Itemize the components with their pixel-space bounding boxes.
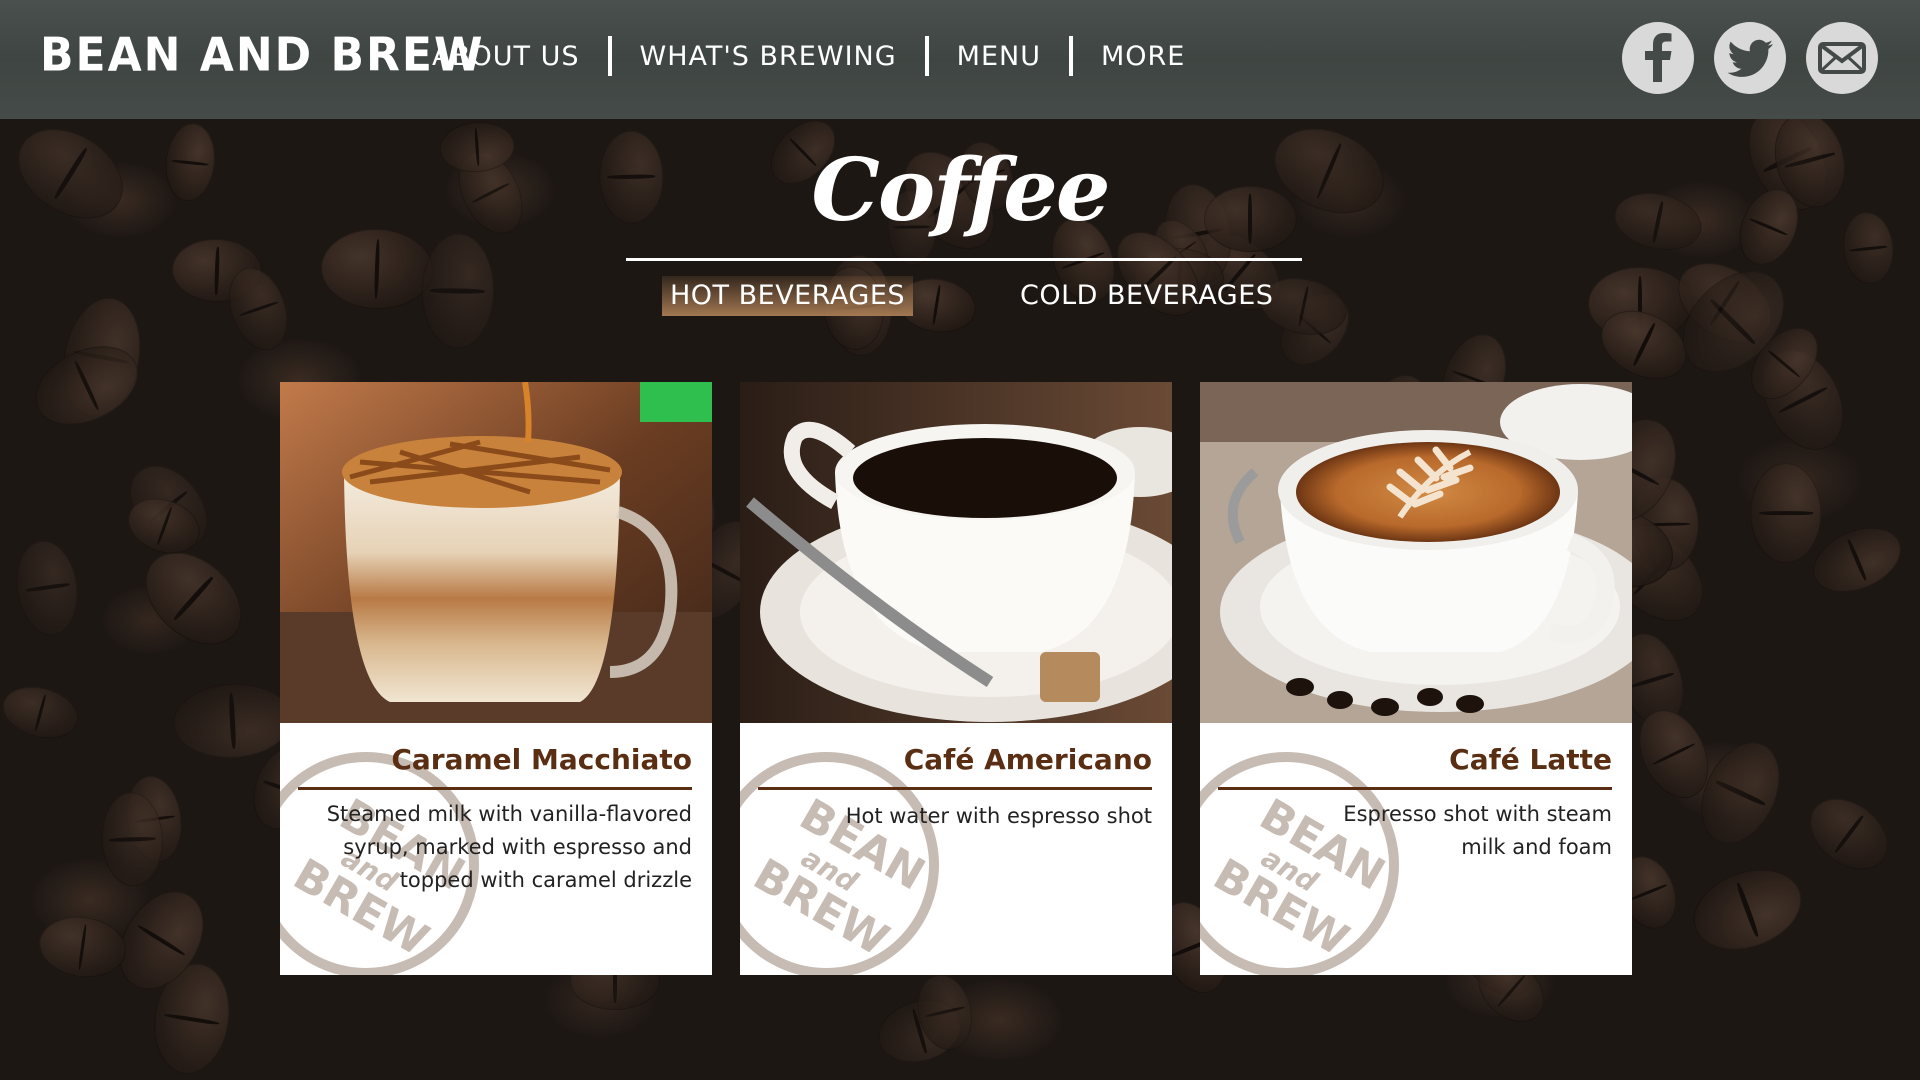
card-title: Café Americano xyxy=(903,743,1152,776)
brand-logo[interactable]: BEAN AND BREW xyxy=(40,29,485,83)
nav-whats-brewing[interactable]: WHAT'S BREWING xyxy=(640,41,897,72)
caramel-macchiato-photo xyxy=(280,382,712,723)
card-description: Espresso shot with steam milk and foam xyxy=(1343,802,1612,859)
twitter-icon[interactable] xyxy=(1714,22,1786,94)
card-divider xyxy=(1218,787,1612,790)
nav-separator xyxy=(607,36,612,76)
product-card-cafe-latte[interactable]: BEAN and BREW Café Latte Espresso shot w… xyxy=(1200,382,1632,975)
nav-about-us[interactable]: ABOUT US xyxy=(432,41,580,72)
main-nav: ABOUT US WHAT'S BREWING MENU MORE xyxy=(432,36,1185,76)
card-description: Steamed milk with vanilla-flavored syrup… xyxy=(326,802,692,892)
cafe-americano-photo xyxy=(740,382,1172,723)
cafe-latte-photo xyxy=(1200,382,1632,723)
nav-separator xyxy=(924,36,929,76)
title-divider xyxy=(626,258,1302,261)
facebook-icon[interactable] xyxy=(1622,22,1694,94)
card-info: BEAN and BREW Café Americano Hot water w… xyxy=(740,723,1172,975)
card-info: BEAN and BREW Café Latte Espresso shot w… xyxy=(1200,723,1632,975)
nav-separator xyxy=(1068,36,1073,76)
card-title: Café Latte xyxy=(1449,743,1612,776)
top-header: BEAN AND BREW ABOUT US WHAT'S BREWING ME… xyxy=(0,0,1920,119)
nav-more[interactable]: MORE xyxy=(1101,41,1185,72)
card-description: Hot water with espresso shot xyxy=(845,804,1152,828)
bean-and-brew-watermark: BEAN and BREW xyxy=(740,752,939,975)
card-divider xyxy=(298,787,692,790)
product-card-cafe-americano[interactable]: BEAN and BREW Café Americano Hot water w… xyxy=(740,382,1172,975)
nav-menu[interactable]: MENU xyxy=(957,41,1041,72)
tab-hot-beverages[interactable]: HOT BEVERAGES xyxy=(662,276,914,316)
card-divider xyxy=(758,787,1152,790)
card-info: BEAN and BREW Caramel Macchiato Steamed … xyxy=(280,723,712,975)
card-title: Caramel Macchiato xyxy=(391,743,692,776)
mail-icon[interactable] xyxy=(1806,22,1878,94)
page-title: Coffee xyxy=(811,140,1110,241)
product-card-caramel-macchiato[interactable]: BEAN and BREW Caramel Macchiato Steamed … xyxy=(280,382,712,975)
coffee-bean-decoration xyxy=(1750,463,1822,564)
tab-cold-beverages[interactable]: COLD BEVERAGES xyxy=(1012,276,1281,316)
